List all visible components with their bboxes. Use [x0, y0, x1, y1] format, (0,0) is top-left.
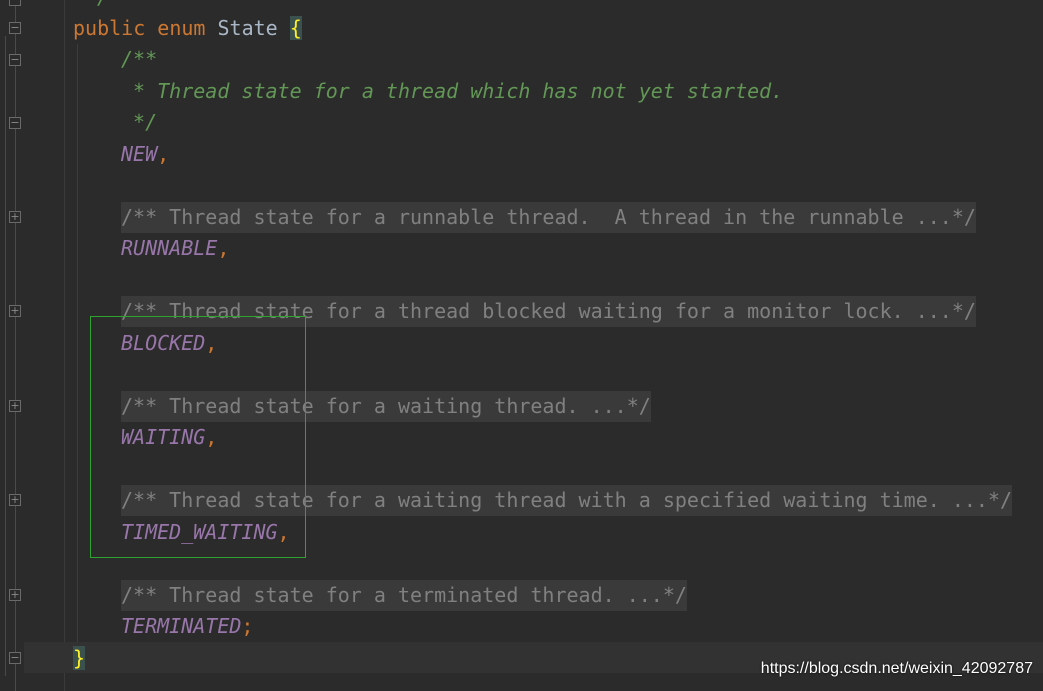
fold-collapse-icon[interactable]: −: [9, 117, 21, 129]
doc-comment[interactable]: * Thread state for a thread which has no…: [121, 76, 783, 107]
doc-comment[interactable]: */: [121, 107, 157, 138]
vcs-change-marker: [5, 36, 6, 676]
fold-collapse-icon[interactable]: −: [9, 22, 21, 34]
enum-declaration[interactable]: public enum State {: [73, 13, 302, 44]
doc-comment[interactable]: /**: [121, 44, 157, 75]
folded-comment[interactable]: /** Thread state for a runnable thread. …: [121, 202, 976, 233]
selection-rectangle: [90, 316, 306, 558]
fold-expand-icon[interactable]: +: [9, 305, 21, 317]
fold-expand-icon[interactable]: +: [9, 400, 21, 412]
enum-constant[interactable]: TERMINATED;: [121, 611, 253, 642]
gutter-separator: [64, 0, 65, 691]
folded-comment[interactable]: /** Thread state for a terminated thread…: [121, 580, 687, 611]
fold-collapse-icon[interactable]: −: [9, 0, 21, 6]
enum-constant[interactable]: NEW,: [121, 139, 169, 170]
indent-guide: [77, 44, 78, 642]
code-line[interactable]: */: [85, 0, 109, 13]
fold-expand-icon[interactable]: +: [9, 211, 21, 223]
watermark: https://blog.csdn.net/weixin_42092787: [760, 660, 1033, 677]
enum-constant[interactable]: RUNNABLE,: [121, 233, 229, 264]
fold-collapse-icon[interactable]: −: [9, 54, 21, 66]
fold-expand-icon[interactable]: +: [9, 589, 21, 601]
closing-brace[interactable]: }: [73, 643, 86, 674]
fold-expand-icon[interactable]: +: [9, 494, 21, 506]
fold-collapse-icon[interactable]: −: [9, 652, 21, 664]
